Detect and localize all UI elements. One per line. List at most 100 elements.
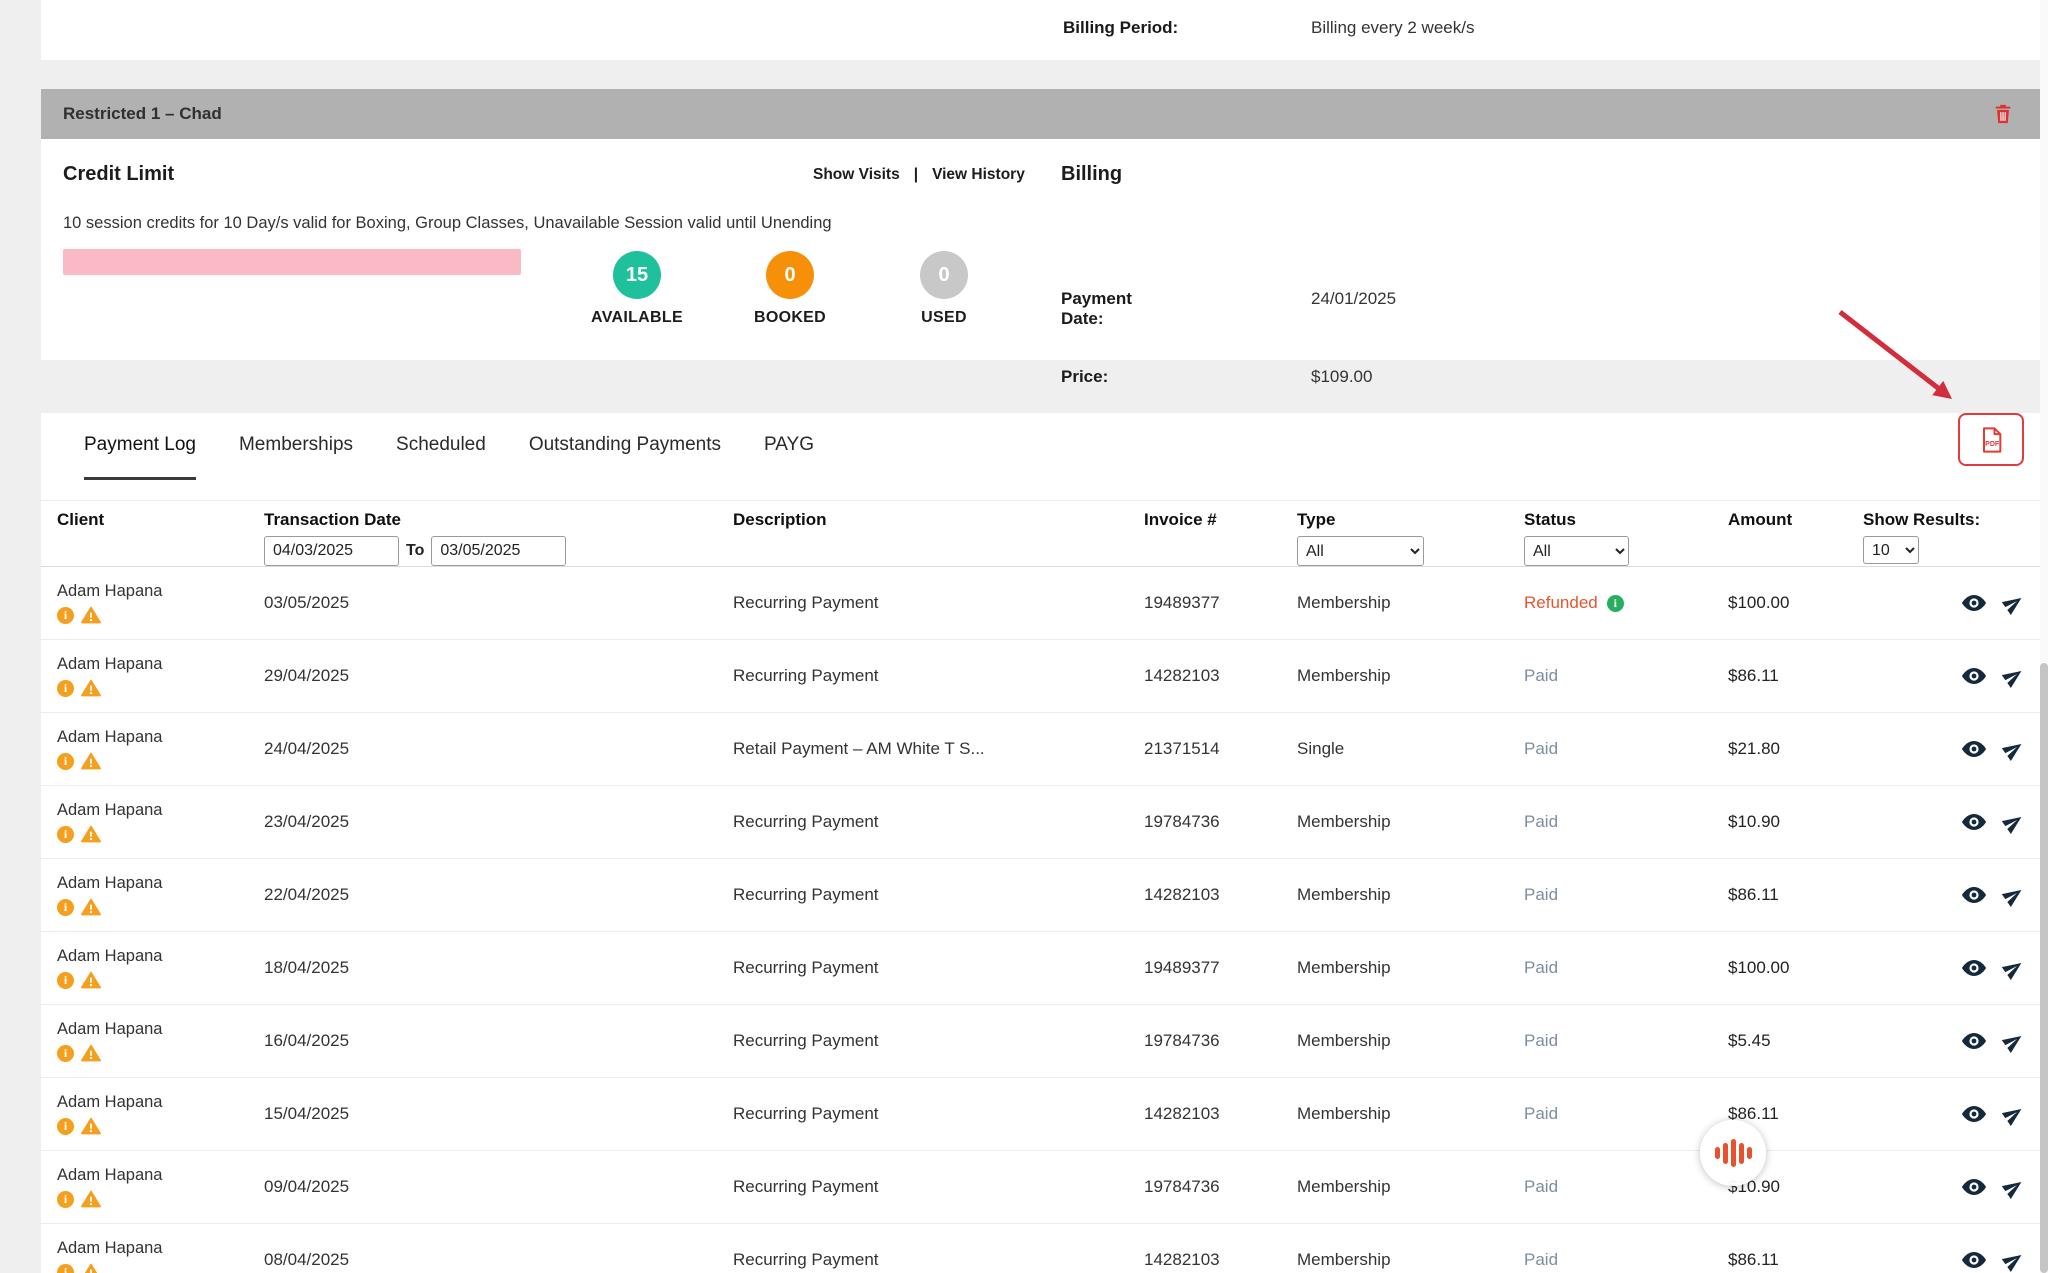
client-cell: Adam Hapana bbox=[57, 1224, 264, 1273]
send-receipt-icon[interactable] bbox=[1999, 1099, 2028, 1128]
refund-info-icon[interactable] bbox=[1607, 595, 1624, 612]
transaction-date-cell: 24/04/2025 bbox=[264, 713, 733, 785]
warning-icon[interactable] bbox=[81, 1044, 101, 1062]
stat-used-value: 0 bbox=[920, 251, 968, 299]
view-payment-icon[interactable] bbox=[1962, 887, 1986, 903]
warning-icon[interactable] bbox=[81, 898, 101, 916]
stat-available-label: AVAILABLE bbox=[577, 309, 697, 327]
view-payment-icon[interactable] bbox=[1962, 1252, 1986, 1268]
info-icon[interactable] bbox=[57, 607, 74, 624]
row-actions bbox=[1863, 567, 2040, 639]
view-payment-icon[interactable] bbox=[1962, 1033, 1986, 1049]
view-payment-icon[interactable] bbox=[1962, 1106, 1986, 1122]
type-filter-select[interactable]: All bbox=[1297, 536, 1424, 566]
info-icon[interactable] bbox=[57, 1045, 74, 1062]
invoice-cell: 19489377 bbox=[1144, 932, 1297, 1004]
status-filter-select[interactable]: All bbox=[1524, 536, 1629, 566]
view-payment-icon[interactable] bbox=[1962, 960, 1986, 976]
tab-outstanding-payments[interactable]: Outstanding Payments bbox=[529, 413, 721, 480]
date-from-input[interactable] bbox=[264, 536, 399, 566]
status-cell: Paid bbox=[1524, 1078, 1728, 1150]
billing-period-label: Billing Period: bbox=[1063, 18, 1178, 38]
col-show-results: Show Results: bbox=[1863, 510, 2040, 534]
send-receipt-icon[interactable] bbox=[1999, 953, 2028, 982]
status-cell: Paid bbox=[1524, 932, 1728, 1004]
client-name: Adam Hapana bbox=[57, 1239, 163, 1258]
info-icon[interactable] bbox=[57, 899, 74, 916]
stat-used-label: USED bbox=[884, 309, 1004, 327]
status-text: Paid bbox=[1524, 958, 1558, 978]
client-name: Adam Hapana bbox=[57, 874, 163, 893]
type-cell: Membership bbox=[1297, 859, 1524, 931]
warning-icon[interactable] bbox=[81, 606, 101, 624]
price-value: $109.00 bbox=[1311, 367, 1372, 387]
tab-memberships[interactable]: Memberships bbox=[239, 413, 353, 480]
view-payment-icon[interactable] bbox=[1962, 741, 1986, 757]
stat-booked-value: 0 bbox=[766, 251, 814, 299]
scrollbar-thumb[interactable] bbox=[2040, 663, 2048, 1273]
send-receipt-icon[interactable] bbox=[1999, 1026, 2028, 1055]
status-cell: Paid bbox=[1524, 1151, 1728, 1223]
row-actions bbox=[1863, 932, 2040, 1004]
warning-icon[interactable] bbox=[81, 752, 101, 770]
row-actions bbox=[1863, 1078, 2040, 1150]
warning-icon[interactable] bbox=[81, 679, 101, 697]
tab-payg[interactable]: PAYG bbox=[764, 413, 814, 480]
view-payment-icon[interactable] bbox=[1962, 1179, 1986, 1195]
info-icon[interactable] bbox=[57, 1191, 74, 1208]
client-name: Adam Hapana bbox=[57, 947, 163, 966]
status-cell: Paid bbox=[1524, 1005, 1728, 1077]
client-name: Adam Hapana bbox=[57, 801, 163, 820]
warning-icon[interactable] bbox=[81, 1263, 101, 1273]
svg-text:PDF: PDF bbox=[1985, 440, 2000, 447]
send-receipt-icon[interactable] bbox=[1999, 807, 2028, 836]
view-payment-icon[interactable] bbox=[1962, 668, 1986, 684]
send-receipt-icon[interactable] bbox=[1999, 661, 2028, 690]
info-icon[interactable] bbox=[57, 1264, 74, 1273]
send-receipt-icon[interactable] bbox=[1999, 880, 2028, 909]
invoice-cell: 14282103 bbox=[1144, 859, 1297, 931]
scrollbar-track[interactable] bbox=[2040, 0, 2048, 1273]
description-cell: Recurring Payment bbox=[733, 1078, 1144, 1150]
view-history-link[interactable]: View History bbox=[932, 166, 1025, 184]
client-icons bbox=[57, 1117, 101, 1135]
info-icon[interactable] bbox=[57, 972, 74, 989]
col-transaction-date: Transaction Date bbox=[264, 510, 733, 534]
status-text: Paid bbox=[1524, 885, 1558, 905]
description-cell: Recurring Payment bbox=[733, 567, 1144, 639]
client-cell: Adam Hapana bbox=[57, 640, 264, 712]
warning-icon[interactable] bbox=[81, 825, 101, 843]
client-icons bbox=[57, 971, 101, 989]
client-cell: Adam Hapana bbox=[57, 567, 264, 639]
send-receipt-icon[interactable] bbox=[1999, 1172, 2028, 1201]
send-receipt-icon[interactable] bbox=[1999, 1245, 2028, 1273]
send-receipt-icon[interactable] bbox=[1999, 734, 2028, 763]
view-payment-icon[interactable] bbox=[1962, 595, 1986, 611]
invoice-cell: 19784736 bbox=[1144, 1005, 1297, 1077]
show-visits-link[interactable]: Show Visits bbox=[813, 166, 900, 184]
export-pdf-button[interactable]: PDF bbox=[1958, 413, 2024, 466]
type-cell: Membership bbox=[1297, 1151, 1524, 1223]
warning-icon[interactable] bbox=[81, 1190, 101, 1208]
info-icon[interactable] bbox=[57, 753, 74, 770]
tab-payment-log[interactable]: Payment Log bbox=[84, 413, 196, 480]
warning-icon[interactable] bbox=[81, 1117, 101, 1135]
delete-package-icon[interactable] bbox=[1992, 103, 2014, 125]
amount-cell: $100.00 bbox=[1728, 567, 1863, 639]
info-icon[interactable] bbox=[57, 826, 74, 843]
info-icon[interactable] bbox=[57, 1118, 74, 1135]
date-to-input[interactable] bbox=[431, 536, 566, 566]
client-icons bbox=[57, 1190, 101, 1208]
view-payment-icon[interactable] bbox=[1962, 814, 1986, 830]
show-results-select[interactable]: 10 bbox=[1863, 536, 1919, 564]
col-status: Status bbox=[1524, 510, 1728, 534]
tab-scheduled[interactable]: Scheduled bbox=[396, 413, 486, 480]
info-icon[interactable] bbox=[57, 680, 74, 697]
send-receipt-icon[interactable] bbox=[1999, 588, 2028, 617]
invoice-cell: 21371514 bbox=[1144, 713, 1297, 785]
warning-icon[interactable] bbox=[81, 971, 101, 989]
description-cell: Recurring Payment bbox=[733, 640, 1144, 712]
billing-heading: Billing bbox=[1061, 163, 1122, 186]
amount-cell: $21.80 bbox=[1728, 713, 1863, 785]
stat-used: 0 USED bbox=[884, 251, 1004, 327]
